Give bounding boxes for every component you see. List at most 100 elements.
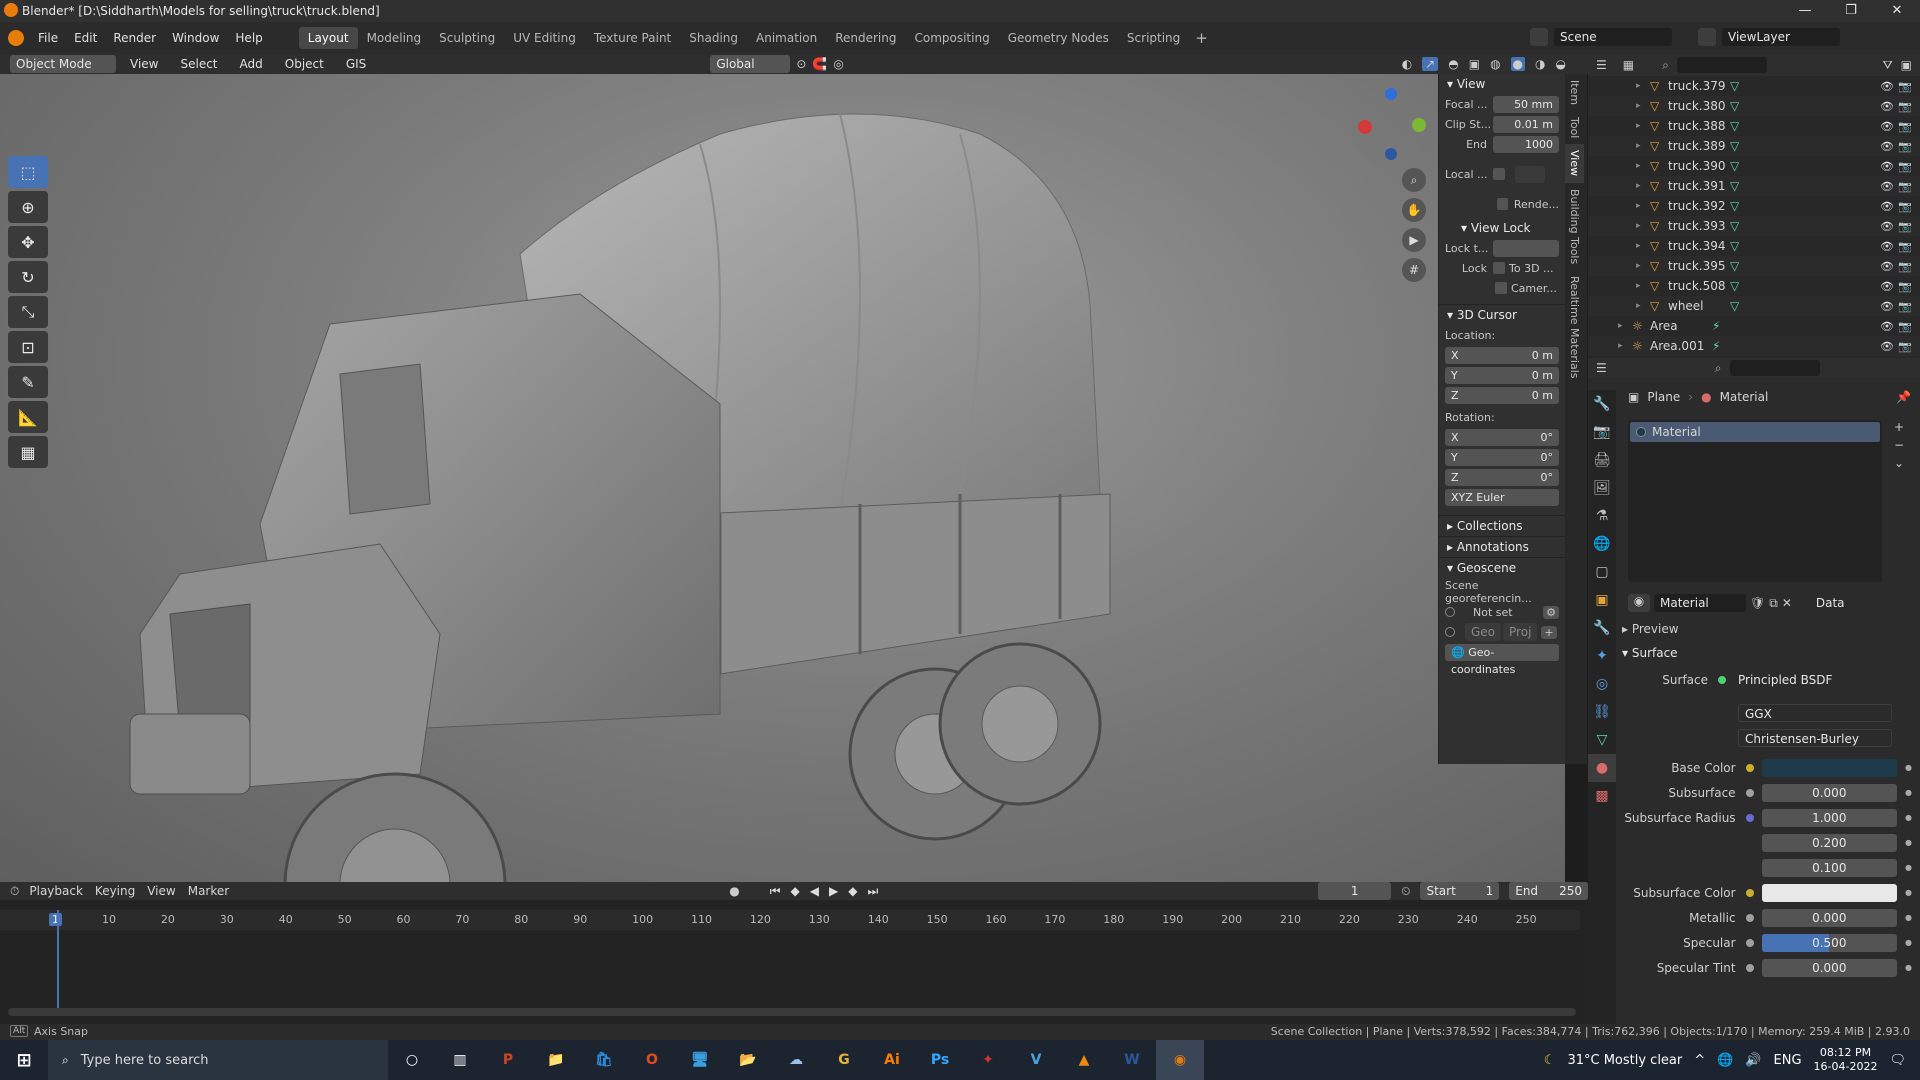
cursor-rotation-z-field[interactable]: Z 0° [1445,468,1559,486]
focal-length-field[interactable]: 50 mm [1493,95,1559,113]
render-camera-icon[interactable]: 📷 [1898,220,1912,233]
material-shading-icon[interactable]: ◑ [1535,57,1545,71]
material-slot-item[interactable]: Material [1630,422,1880,442]
ortho-grid-icon[interactable]: # [1402,258,1426,282]
mesh-data-icon[interactable]: ▽ [1730,259,1739,273]
solid-shading-icon[interactable]: ● [1510,57,1526,71]
outliner-row[interactable]: ▸ ▽ truck.394 ▽ 👁 📷 [1588,236,1920,256]
add-workspace-button[interactable]: + [1195,29,1208,47]
camera-view-icon[interactable]: ▶ [1402,228,1426,252]
render-camera-icon[interactable]: 📷 [1898,340,1912,353]
workspace-tab-layout[interactable]: Layout [298,27,358,49]
expand-arrow-icon[interactable]: ▸ [1636,101,1650,111]
light-data-icon[interactable]: ⚡ [1712,339,1720,353]
value-field[interactable]: 0.200 [1761,833,1898,852]
outliner-row[interactable]: ▸ ▽ truck.380 ▽ 👁 📷 [1588,96,1920,116]
value-slider[interactable]: 0.500 [1761,933,1898,952]
visibility-eye-icon[interactable]: 👁 [1880,120,1894,133]
expand-arrow-icon[interactable]: ▸ [1636,201,1650,211]
visibility-eye-icon[interactable]: 👁 [1880,200,1894,213]
keyframe-dot-icon[interactable]: ● [1905,763,1912,772]
file-manager-icon[interactable]: 📂 [724,1040,772,1080]
select-box-tool[interactable]: ⬚ [8,156,48,188]
mesh-data-icon[interactable]: ▽ [1730,239,1739,253]
geoscene-section-header[interactable]: ▾ Geoscene [1439,557,1565,578]
workspace-tab-modeling[interactable]: Modeling [358,27,431,49]
keyframe-dot-icon[interactable]: ● [1905,788,1912,797]
geo-coordinates-button[interactable]: 🌐 Geo-coordinates [1445,643,1559,676]
outliner-row[interactable]: ▸ ▽ truck.379 ▽ 👁 📷 [1588,76,1920,96]
view-layer-icon[interactable] [1698,28,1716,46]
sidebar-tab-view[interactable]: View [1565,144,1584,183]
outliner-row[interactable]: ▸ ☼ Area ⚡ 👁 📷 [1588,316,1920,336]
transform-orientation-dropdown[interactable]: Global [710,55,791,73]
timeline-menu-playback[interactable]: Playback [29,884,83,898]
properties-search-input[interactable] [1729,360,1820,376]
windows-start-icon[interactable]: ⊞ [0,1040,48,1080]
menu-render[interactable]: Render [105,31,164,45]
workspace-tab-geometry-nodes[interactable]: Geometry Nodes [999,27,1118,49]
expand-arrow-icon[interactable]: ▸ [1636,261,1650,271]
menu-edit[interactable]: Edit [66,31,105,45]
properties-tab-scene[interactable]: ⚗ [1588,502,1616,530]
render-camera-icon[interactable]: 📷 [1898,260,1912,273]
keyframe-dot-icon[interactable]: ● [1905,888,1912,897]
visibility-eye-icon[interactable]: 👁 [1880,220,1894,233]
y-axis-icon[interactable] [1412,118,1426,132]
keyframe-dot-icon[interactable]: ● [1905,913,1912,922]
object-mode-dropdown[interactable]: Object Mode [10,55,116,73]
overlay-icon[interactable]: ◓ [1448,57,1458,71]
render-camera-icon[interactable]: 📷 [1898,200,1912,213]
expand-arrow-icon[interactable]: ▸ [1636,141,1650,151]
navigation-gizmo[interactable] [1350,86,1430,166]
volume-icon[interactable]: 🔊 [1745,1053,1761,1068]
clip-end-field[interactable]: 1000 [1493,135,1559,153]
geo-button[interactable]: Geo [1465,623,1502,641]
surface-panel-header[interactable]: ▾ Surface [1622,646,1678,660]
view-layer-field[interactable]: ViewLayer [1722,28,1840,46]
visibility-eye-icon[interactable]: 👁 [1880,80,1894,93]
expand-arrow-icon[interactable]: ▸ [1636,281,1650,291]
onedrive-icon[interactable]: ☁ [772,1040,820,1080]
expand-arrow-icon[interactable]: ▸ [1618,341,1632,351]
clip-start-field[interactable]: 0.01 m [1493,115,1559,133]
filter-icon[interactable]: ⛛ [1883,58,1893,73]
close-button[interactable]: ✕ [1874,0,1920,22]
keyframe-dot-icon[interactable]: ● [1905,963,1912,972]
3d-viewport[interactable]: ⬚ ⊕ ✥ ↻ ⤡ ⊡ ✎ 📐 ▦ ⌕ ✋ ▶ # [0,74,1565,882]
timeline-menu-marker[interactable]: Marker [188,884,229,898]
expand-arrow-icon[interactable]: ▸ [1636,121,1650,131]
move-tool[interactable]: ✥ [8,226,48,258]
visibility-eye-icon[interactable]: 👁 [1880,340,1894,353]
outliner-row[interactable]: ▸ ▽ truck.391 ▽ 👁 📷 [1588,176,1920,196]
proportional-edit-icon[interactable]: ◎ [833,57,843,71]
sketchup-icon[interactable]: ✦ [964,1040,1012,1080]
scale-tool[interactable]: ⤡ [8,296,48,328]
illustrator-icon[interactable]: Ai [868,1040,916,1080]
render-camera-icon[interactable]: 📷 [1898,300,1912,313]
render-camera-icon[interactable]: 📷 [1898,120,1912,133]
visibility-icon[interactable]: ◐ [1402,57,1412,71]
object-menu[interactable]: Object [277,57,332,71]
sidebar-tab-tool[interactable]: Tool [1565,111,1584,144]
minimize-button[interactable]: — [1782,0,1828,22]
store-icon[interactable]: 🛍 [580,1040,628,1080]
expand-arrow-icon[interactable]: ▸ [1636,241,1650,251]
render-camera-icon[interactable]: 📷 [1898,80,1912,93]
proj-button[interactable]: Proj [1503,623,1538,641]
language-indicator[interactable]: ENG [1774,1053,1802,1068]
word-icon[interactable]: W [1108,1040,1156,1080]
mesh-data-icon[interactable]: ▽ [1730,119,1739,133]
properties-tab-modifier[interactable]: 🔧 [1588,614,1616,642]
wireframe-shading-icon[interactable]: ◍ [1490,57,1500,71]
cursor-location-z-field[interactable]: Z0 m [1445,386,1559,404]
properties-tab-tool[interactable]: 🔧 [1588,390,1616,418]
measure-tool[interactable]: 📐 [8,401,48,433]
annotations-section-header[interactable]: ▸ Annotations [1439,536,1565,557]
remove-slot-icon[interactable]: − [1894,438,1904,452]
keyframe-dot-icon[interactable]: ● [1905,838,1912,847]
transform-tool[interactable]: ⊡ [8,331,48,363]
new-collection-icon[interactable]: ▣ [1901,58,1912,72]
outliner-search-input[interactable] [1676,57,1767,73]
view-lock-header[interactable]: ▾ View Lock [1439,218,1565,238]
